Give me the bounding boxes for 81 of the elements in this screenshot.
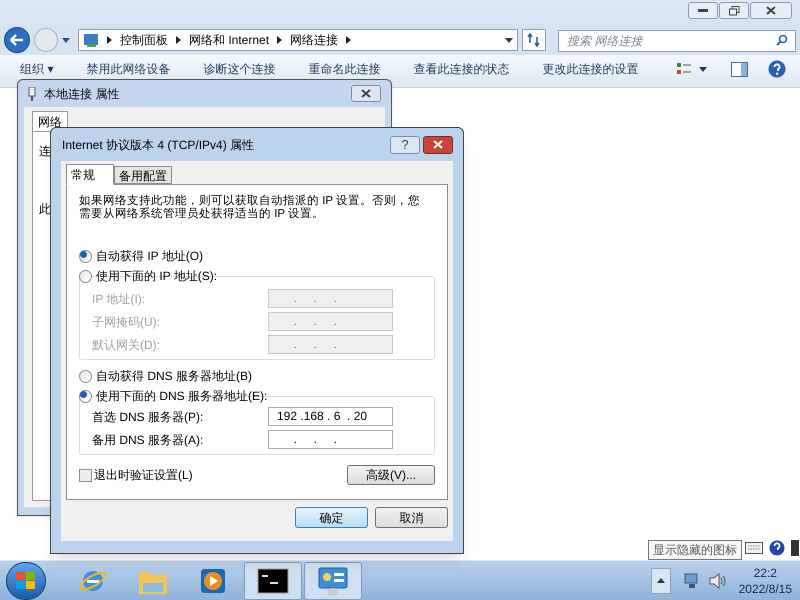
start-button[interactable]: [6, 562, 46, 600]
chevron-icon[interactable]: [277, 36, 282, 44]
console-icon: [257, 568, 289, 594]
toolbar-item[interactable]: 更改此连接的设置: [542, 60, 638, 78]
field-label: 首选 DNS 服务器(P):: [92, 408, 204, 426]
search-field[interactable]: 搜索 网络连接: [558, 30, 796, 52]
toolbar-item[interactable]: 查看此连接的状态: [413, 60, 510, 78]
radio-label[interactable]: 自动获得 DNS 服务器地址(B): [96, 367, 252, 385]
up-caret-icon: [656, 578, 665, 583]
field-label: IP 地址(I):: [92, 290, 146, 308]
breadcrumb-item[interactable]: 控制面板: [120, 31, 168, 49]
radio-button[interactable]: [79, 270, 92, 282]
label-text: 此: [39, 201, 51, 218]
windows-logo-icon: [16, 572, 36, 590]
tab[interactable]: 网络: [32, 111, 68, 131]
back-arrow-icon: [10, 34, 24, 46]
dialog-button[interactable]: 确定: [295, 507, 368, 528]
radio-label[interactable]: 自动获得 IP 地址(O): [96, 247, 204, 265]
window-title: 本地连接 属性: [44, 86, 120, 102]
radio-label[interactable]: 使用下面的 DNS 服务器地址(E):: [96, 387, 268, 405]
close-icon: [361, 89, 371, 98]
keyboard-icon[interactable]: [745, 542, 763, 554]
ip-address-field[interactable]: . . .: [268, 430, 393, 449]
show-hidden-icons-button[interactable]: [650, 568, 671, 594]
field-label: 子网掩码(U):: [92, 314, 161, 330]
radio-button[interactable]: [79, 250, 92, 262]
breadcrumb-item[interactable]: 网络连接: [290, 31, 338, 49]
search-icon: [776, 34, 788, 46]
clock-time[interactable]: 22:2: [754, 564, 777, 580]
advanced-button[interactable]: 高级(V)...: [347, 465, 435, 485]
minimize-button[interactable]: [688, 2, 718, 19]
taskbar-button[interactable]: [304, 562, 362, 600]
radio-button[interactable]: [79, 390, 92, 402]
checkbox[interactable]: [79, 468, 92, 482]
tab[interactable]: 备用配置: [114, 166, 172, 184]
clock-date[interactable]: 2022/8/15: [738, 580, 792, 596]
address-bar[interactable]: 控制面板 网络和 Internet 网络连接: [78, 29, 518, 51]
toolbar-item[interactable]: 诊断这个连接: [203, 60, 276, 78]
checkbox-label[interactable]: 退出时验证设置(L): [94, 466, 193, 484]
help-button[interactable]: ?: [390, 136, 420, 154]
network-folder-icon: [83, 32, 99, 48]
refresh-button[interactable]: [522, 29, 546, 51]
breadcrumb-item[interactable]: 网络和 Internet: [189, 31, 270, 49]
ip-address-field[interactable]: 192 .168 . 6 . 20: [268, 407, 393, 426]
toolbar-item[interactable]: 重命名此连接: [308, 60, 380, 78]
chevron-icon[interactable]: [346, 36, 352, 44]
close-button[interactable]: [351, 85, 381, 102]
preview-pane-icon[interactable]: [731, 62, 748, 76]
dialog-button[interactable]: 取消: [375, 507, 448, 528]
caret-icon[interactable]: [62, 38, 70, 42]
label-text: 连: [39, 143, 51, 160]
close-button[interactable]: [423, 136, 453, 154]
media-player-icon: [199, 566, 227, 594]
back-button[interactable]: [4, 27, 30, 53]
help-icon[interactable]: [768, 60, 786, 78]
help-icon[interactable]: [769, 540, 785, 556]
tooltip: 显示隐藏的图标: [648, 540, 742, 560]
intro-text: 如果网络支持此功能，则可以获取自动指派的 IP 设置。否则，您需要从网络系统管理员处获得适当的 IP 设置。: [79, 195, 422, 221]
speaker-icon[interactable]: [708, 572, 727, 588]
dropdown-icon[interactable]: [505, 38, 513, 42]
chevron-icon[interactable]: [107, 36, 112, 44]
refresh-icon: [527, 33, 541, 47]
chevron-icon[interactable]: [176, 36, 181, 44]
tab[interactable]: 常规: [66, 164, 114, 185]
minimize-icon: [698, 9, 708, 12]
field-label: 默认网关(D):: [92, 336, 161, 354]
radio-label[interactable]: 使用下面的 IP 地址(S):: [96, 267, 218, 285]
restore-button[interactable]: [719, 2, 749, 19]
close-button[interactable]: [750, 2, 792, 19]
control-panel-icon: [317, 564, 349, 596]
window-title: Internet 协议版本 4 (TCP/IPv4) 属性: [62, 136, 254, 154]
close-icon: [433, 140, 443, 149]
close-icon: [766, 6, 776, 15]
radio-button[interactable]: [79, 370, 92, 382]
restore-icon: [728, 6, 740, 16]
toolbar-item[interactable]: 组织 ▾: [20, 60, 54, 78]
taskbar-button[interactable]: [244, 562, 302, 600]
field-label: 备用 DNS 服务器(A):: [92, 432, 204, 448]
toolbar-item[interactable]: 禁用此网络设备: [86, 60, 170, 78]
connector-icon: [28, 86, 36, 100]
view-options-icon[interactable]: [677, 62, 707, 76]
